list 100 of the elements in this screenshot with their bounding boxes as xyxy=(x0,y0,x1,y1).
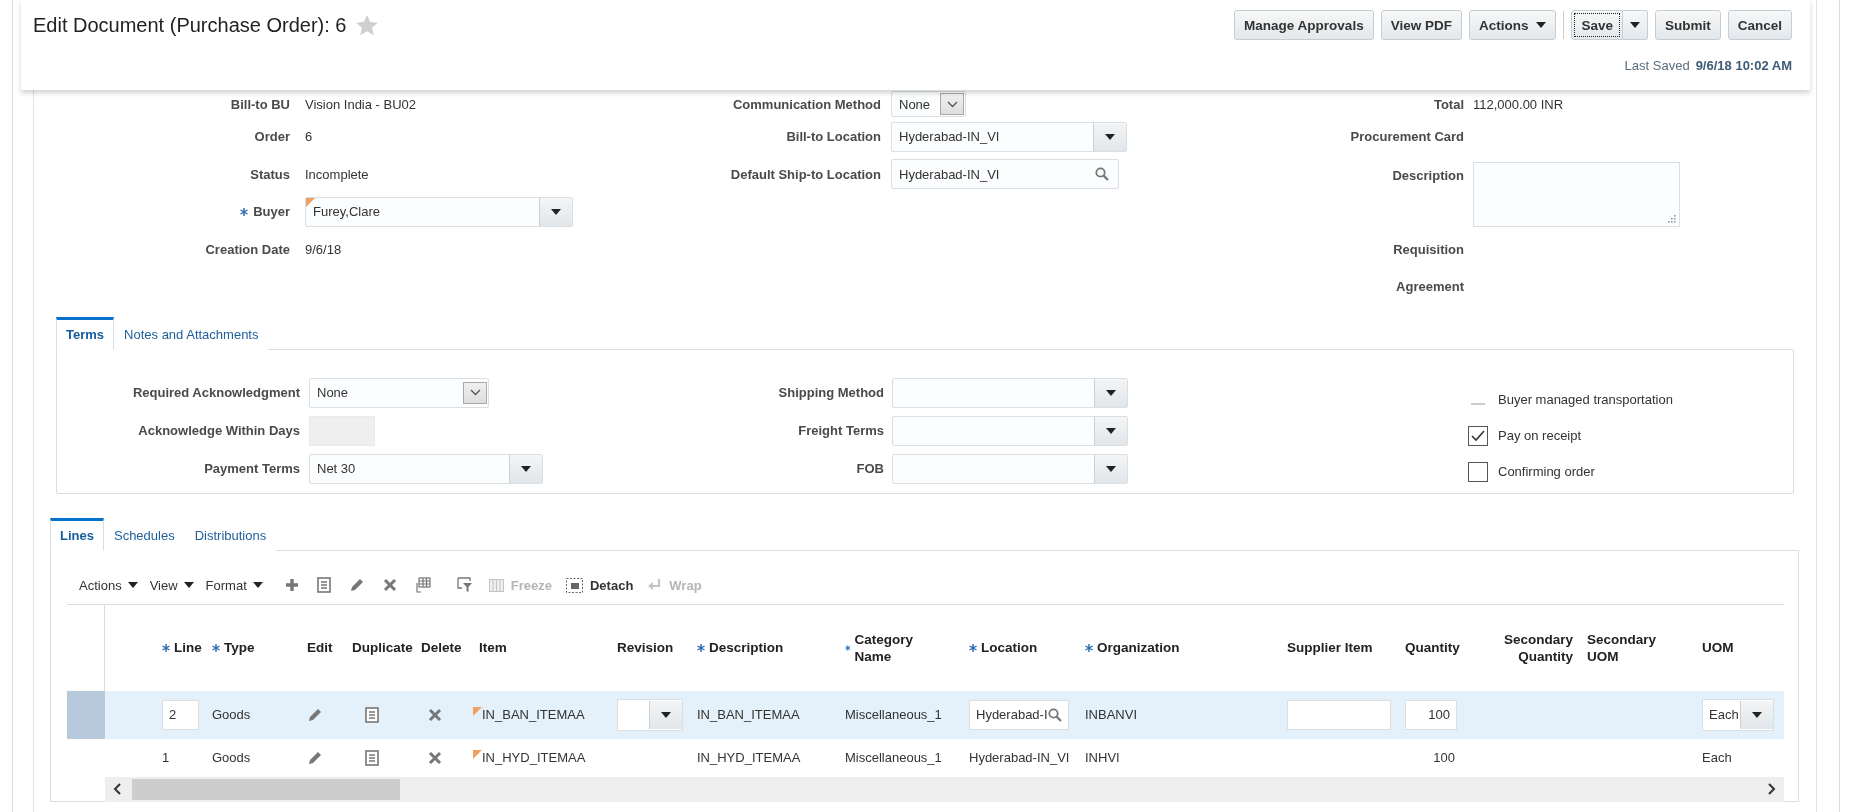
field-label: Acknowledge Within Days xyxy=(137,423,300,438)
dropdown-field[interactable] xyxy=(892,453,1128,484)
column-header: UOM xyxy=(1701,640,1735,655)
dropdown-field[interactable]: Net 30 xyxy=(309,453,543,484)
table-cell: Each xyxy=(1702,750,1732,765)
menu-button[interactable] xyxy=(1622,10,1648,40)
checkmark-icon xyxy=(1471,429,1485,442)
dropdown-button[interactable] xyxy=(1093,122,1126,151)
dropdown-button[interactable] xyxy=(1740,700,1773,729)
add-icon xyxy=(284,578,299,592)
dropdown-button[interactable] xyxy=(539,197,572,226)
column-header: Location xyxy=(963,640,1079,655)
resize-grip-icon xyxy=(1667,213,1676,223)
chevron-down-icon xyxy=(469,389,481,396)
duplicate-button[interactable] xyxy=(362,704,381,725)
page-title: Edit Document (Purchase Order): 6 xyxy=(33,13,347,37)
action-button[interactable]: Cancel xyxy=(1727,10,1792,40)
table-cell-text: Goods xyxy=(211,707,252,722)
dropdown-button[interactable] xyxy=(1094,416,1127,445)
column-header: Revision xyxy=(616,640,675,655)
dropdown-field[interactable]: Hyderabad-IN_VI xyxy=(891,121,1127,152)
tab[interactable]: Terms xyxy=(56,316,115,350)
table-cell: 1 xyxy=(162,750,170,765)
caret-down-icon xyxy=(521,465,531,472)
wrap-arrow-icon xyxy=(647,578,663,592)
caret-down-icon xyxy=(1629,22,1640,28)
column-header: Edit xyxy=(306,640,334,655)
action-button[interactable]: Submit xyxy=(1654,10,1721,40)
table-cell-text: Miscellaneous_1 xyxy=(844,707,943,722)
caret-down-icon xyxy=(1536,22,1547,28)
column-header: Organization xyxy=(1079,640,1281,655)
pencil-icon xyxy=(348,577,365,593)
table-cell-text: INHVI xyxy=(1084,750,1121,765)
column-header: Item xyxy=(478,640,508,655)
duplicate-button[interactable] xyxy=(314,575,333,595)
dropdown-field[interactable] xyxy=(892,377,1128,408)
action-button[interactable]: Actions xyxy=(1468,10,1557,40)
column-header: Delete xyxy=(420,640,463,655)
dropdown-button[interactable] xyxy=(509,454,542,483)
caret-down-icon xyxy=(1106,465,1116,472)
table-cell-text: Miscellaneous_1 xyxy=(844,750,943,765)
chevron-right-icon[interactable] xyxy=(1768,783,1776,795)
horizontal-scrollbar[interactable] xyxy=(105,776,1784,802)
field-value: Incomplete xyxy=(305,166,369,182)
column-header: Type xyxy=(206,640,301,655)
dropdown-button[interactable] xyxy=(649,700,682,729)
search-field[interactable]: Hyderabad-IN_VI xyxy=(891,159,1119,190)
column-header: Line xyxy=(156,640,206,655)
favorite-star-icon[interactable] xyxy=(356,14,379,36)
freeze-columns-icon xyxy=(488,578,504,592)
caret-down-icon xyxy=(183,582,194,588)
table-cell-text: INBANVI xyxy=(1084,707,1138,722)
menu-button[interactable]: Actions xyxy=(79,577,138,593)
field-label: Buyer xyxy=(34,204,290,220)
action-button[interactable]: Manage Approvals xyxy=(1234,10,1374,40)
action-button[interactable]: Save xyxy=(1571,10,1623,40)
field-label: Total xyxy=(1432,96,1464,112)
dropdown-field[interactable]: Each xyxy=(1702,698,1774,731)
field-label: Description xyxy=(1391,167,1464,183)
table-row[interactable]: 2 Goods IN_BAN_ITEMAA IN_BAN_ITEMAA Miscellaneous_1 Hyderabad-I INBANVI 100 Each xyxy=(67,690,1784,739)
table-cell: 100 xyxy=(1433,750,1455,765)
table-cell: IN_HYD_ITEMAA xyxy=(473,750,611,765)
menu-button[interactable]: View xyxy=(149,577,194,593)
column-header: Description xyxy=(691,640,839,655)
detach-icon xyxy=(565,577,583,593)
column-header: Category Name xyxy=(839,630,924,665)
input-field[interactable] xyxy=(1287,699,1391,730)
select-field[interactable]: None xyxy=(891,91,966,117)
dropdown-field[interactable] xyxy=(892,415,1128,446)
checkbox[interactable] xyxy=(1468,425,1488,446)
table-cell-text: IN_HYD_ITEMAA xyxy=(696,750,802,765)
checkbox-label: Confirming order xyxy=(1498,464,1595,479)
field-label: Default Ship-to Location xyxy=(729,166,881,182)
dropdown-field[interactable]: Furey,Clare xyxy=(305,196,573,227)
scrollbar-thumb[interactable] xyxy=(132,778,400,800)
filter-button[interactable] xyxy=(454,575,475,595)
dropdown-field[interactable] xyxy=(617,698,683,731)
quantity-input[interactable]: 100 xyxy=(1405,699,1457,730)
tab[interactable]: Lines xyxy=(50,517,104,551)
filter-icon xyxy=(456,577,473,593)
select-field[interactable]: None xyxy=(309,377,489,408)
menu-button[interactable]: Format xyxy=(205,577,263,593)
line-number-input[interactable]: 2 xyxy=(162,699,199,730)
dropdown-button[interactable] xyxy=(1094,454,1127,483)
search-field[interactable]: Hyderabad-I xyxy=(969,699,1069,730)
field-value: 6 xyxy=(305,129,313,145)
field-label: Procurement Card xyxy=(1349,129,1464,145)
caret-down-icon xyxy=(661,711,671,718)
field-label: Agreement xyxy=(1395,279,1464,295)
checkbox[interactable] xyxy=(1468,461,1488,482)
action-button[interactable]: View PDF xyxy=(1380,10,1462,40)
field-label: Creation Date xyxy=(204,241,290,257)
dropdown-button[interactable] xyxy=(1094,378,1127,407)
column-header: Secondary Quantity xyxy=(1502,630,1574,665)
toolbar-button[interactable]: Detach xyxy=(565,577,634,593)
duplicate-button[interactable] xyxy=(362,747,381,768)
field-label: Requisition xyxy=(1392,241,1464,257)
field-label: Order xyxy=(253,129,290,145)
field-label: Payment Terms xyxy=(203,461,300,476)
chevron-left-icon[interactable] xyxy=(113,783,121,795)
